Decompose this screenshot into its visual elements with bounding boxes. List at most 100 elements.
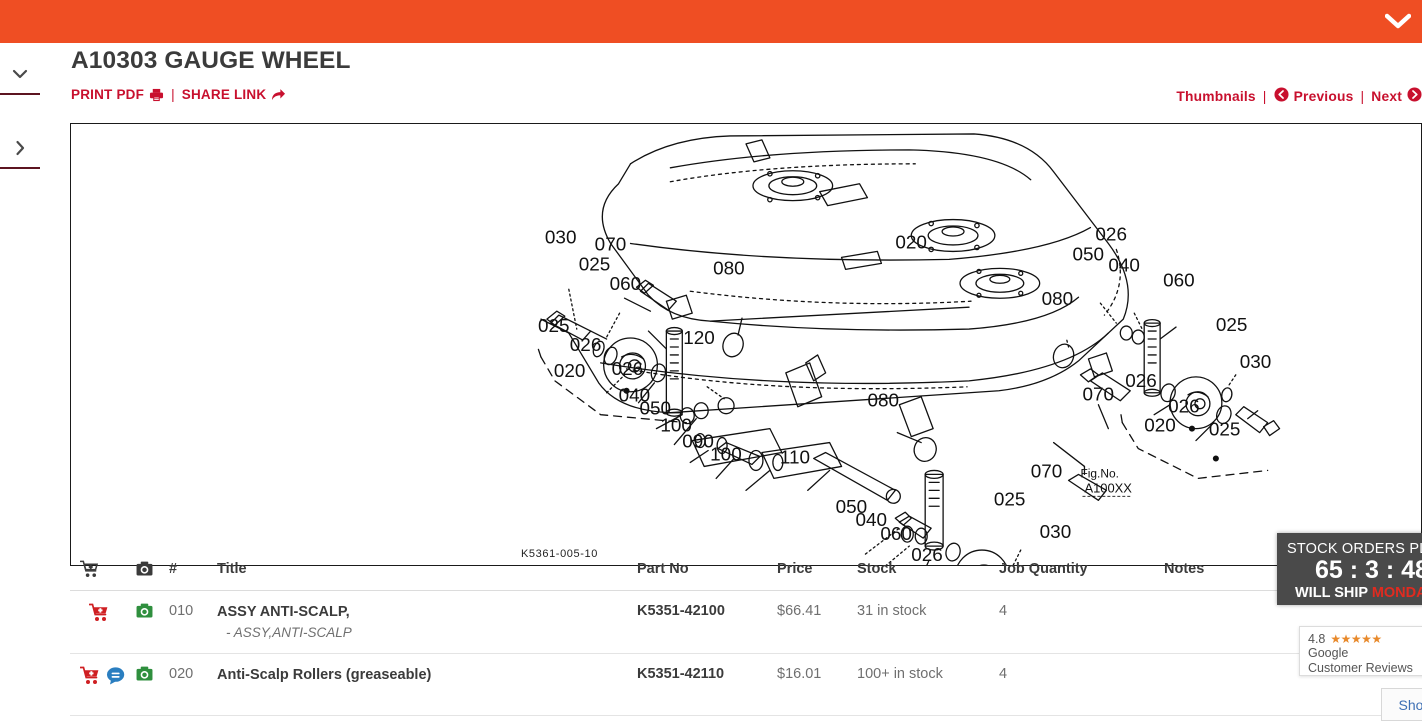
svg-text:070: 070 bbox=[1031, 461, 1063, 482]
countdown-ship-line: WILL SHIP MONDAY bbox=[1287, 585, 1422, 601]
row-cart-cell bbox=[70, 603, 136, 622]
pager-separator-1: | bbox=[1263, 89, 1267, 104]
main-content: A10303 GAUGE WHEEL PRINT PDF | SHARE LIN… bbox=[40, 43, 1422, 721]
sidebar-collapse-toggle[interactable] bbox=[0, 55, 40, 95]
column-header-title: Title bbox=[217, 561, 637, 577]
chevron-right-icon bbox=[15, 140, 25, 156]
row-part-no[interactable]: K5351-42100 bbox=[637, 603, 777, 619]
svg-text:030: 030 bbox=[1040, 522, 1072, 543]
star-rating-icon: ★★★★★ bbox=[1330, 632, 1381, 646]
share-link-link[interactable]: SHARE LINK bbox=[182, 87, 287, 102]
column-header-camera bbox=[136, 561, 169, 577]
print-pdf-link[interactable]: PRINT PDF bbox=[71, 87, 164, 102]
previous-label: Previous bbox=[1294, 89, 1354, 104]
document-actions: PRINT PDF | SHARE LINK bbox=[71, 87, 286, 102]
comment-icon[interactable] bbox=[106, 666, 126, 685]
svg-text:080: 080 bbox=[867, 391, 899, 412]
camera-icon[interactable] bbox=[136, 666, 153, 681]
print-pdf-label: PRINT PDF bbox=[71, 87, 144, 102]
svg-text:025: 025 bbox=[1209, 420, 1241, 441]
row-camera-cell bbox=[136, 666, 169, 682]
svg-text:020: 020 bbox=[1144, 416, 1176, 437]
column-header-stock: Stock bbox=[857, 561, 999, 577]
row-part-no[interactable]: K5351-42110 bbox=[637, 666, 777, 682]
table-header-row: # Title Part No Price Stock Job Quantity… bbox=[70, 548, 1422, 591]
row-subtitle: - ASSY,ANTI-SCALP bbox=[217, 623, 637, 644]
svg-text:Fig.No.: Fig.No. bbox=[1080, 466, 1118, 480]
table-row: 020 Anti-Scalp Rollers (greaseable) K535… bbox=[70, 654, 1422, 716]
svg-text:025: 025 bbox=[1216, 315, 1248, 336]
pager-separator-2: | bbox=[1360, 89, 1364, 104]
countdown-timer: 65 : 3 : 48 bbox=[1287, 557, 1422, 585]
row-title-cell: ASSY ANTI-SCALP, - ASSY,ANTI-SCALP bbox=[217, 603, 637, 643]
reviews-label-line: Customer Reviews bbox=[1308, 661, 1422, 676]
column-header-cart bbox=[70, 560, 136, 578]
svg-text:020: 020 bbox=[895, 232, 927, 253]
ship-prefix: WILL SHIP bbox=[1295, 585, 1372, 601]
add-to-cart-icon[interactable] bbox=[80, 666, 100, 685]
row-stock: 31 in stock bbox=[857, 603, 999, 619]
reviews-brand-line: Google bbox=[1308, 646, 1422, 661]
camera-icon bbox=[136, 561, 153, 576]
figure-number-label: Fig.No. A100XX bbox=[1080, 466, 1132, 496]
thumbnails-link[interactable]: Thumbnails bbox=[1176, 89, 1255, 104]
google-customer-reviews-badge[interactable]: 4.8 ★★★★★ Google Customer Reviews bbox=[1299, 626, 1422, 676]
reviews-score: 4.8 bbox=[1308, 632, 1325, 646]
sidebar-expand-toggle[interactable] bbox=[0, 129, 40, 169]
svg-text:060: 060 bbox=[880, 524, 912, 545]
row-number: 020 bbox=[169, 666, 217, 682]
row-title[interactable]: ASSY ANTI-SCALP, bbox=[217, 603, 637, 623]
arrow-left-circle-icon bbox=[1274, 87, 1289, 105]
row-price: $16.01 bbox=[777, 666, 857, 682]
page-root: A10303 GAUGE WHEEL PRINT PDF | SHARE LIN… bbox=[0, 0, 1422, 721]
arrow-right-circle-icon bbox=[1407, 87, 1422, 105]
row-cart-cell bbox=[70, 666, 136, 685]
countdown-headline: STOCK ORDERS PLACED IN bbox=[1287, 541, 1422, 557]
svg-text:060: 060 bbox=[610, 274, 642, 295]
chevron-down-icon bbox=[12, 69, 28, 79]
add-to-cart-icon[interactable] bbox=[89, 603, 109, 622]
left-sidebar-rail bbox=[0, 43, 40, 721]
parts-diagram[interactable]: Fig.No. A100XX 030 070 025 060 080 026 0… bbox=[70, 123, 1422, 566]
show-button[interactable]: Show bbox=[1381, 688, 1422, 721]
page-title: A10303 GAUGE WHEEL bbox=[71, 47, 351, 75]
share-arrow-icon bbox=[271, 88, 286, 102]
svg-text:025: 025 bbox=[538, 316, 570, 337]
svg-text:025: 025 bbox=[579, 254, 611, 275]
pager-nav: Thumbnails | Previous | Next bbox=[1176, 87, 1422, 105]
next-link[interactable]: Next bbox=[1371, 87, 1422, 105]
next-label: Next bbox=[1371, 89, 1402, 104]
svg-text:025: 025 bbox=[994, 489, 1026, 510]
svg-text:080: 080 bbox=[1042, 289, 1074, 310]
row-job-quantity[interactable]: 4 bbox=[999, 666, 1164, 682]
svg-text:080: 080 bbox=[713, 258, 745, 279]
share-link-label: SHARE LINK bbox=[182, 87, 267, 102]
ship-day: MONDAY bbox=[1372, 585, 1422, 601]
previous-link[interactable]: Previous bbox=[1274, 87, 1354, 105]
row-number: 010 bbox=[169, 603, 217, 619]
header-collapse-toggle[interactable] bbox=[1382, 6, 1414, 36]
column-header-price: Price bbox=[777, 561, 857, 577]
table-row: 010 ASSY ANTI-SCALP, - ASSY,ANTI-SCALP K… bbox=[70, 591, 1422, 654]
svg-text:A100XX: A100XX bbox=[1084, 480, 1132, 495]
svg-text:070: 070 bbox=[1082, 385, 1114, 406]
column-header-number: # bbox=[169, 561, 217, 577]
svg-text:026: 026 bbox=[570, 335, 602, 356]
row-title[interactable]: Anti-Scalp Rollers (greaseable) bbox=[217, 666, 637, 686]
svg-text:110: 110 bbox=[780, 447, 810, 468]
svg-text:090: 090 bbox=[682, 432, 714, 453]
camera-icon[interactable] bbox=[136, 603, 153, 618]
svg-text:026: 026 bbox=[612, 359, 644, 380]
actions-separator: | bbox=[171, 87, 175, 102]
svg-text:070: 070 bbox=[595, 234, 627, 255]
svg-text:030: 030 bbox=[545, 227, 577, 248]
svg-text:030: 030 bbox=[1240, 352, 1272, 373]
row-camera-cell bbox=[136, 603, 169, 619]
svg-text:100: 100 bbox=[710, 444, 742, 465]
printer-icon bbox=[149, 88, 164, 102]
parts-table: # Title Part No Price Stock Job Quantity… bbox=[70, 548, 1422, 716]
stock-order-countdown-banner: STOCK ORDERS PLACED IN 65 : 3 : 48 WILL … bbox=[1277, 533, 1422, 605]
row-stock: 100+ in stock bbox=[857, 666, 999, 682]
row-job-quantity[interactable]: 4 bbox=[999, 603, 1164, 619]
svg-text:026: 026 bbox=[1168, 397, 1200, 418]
